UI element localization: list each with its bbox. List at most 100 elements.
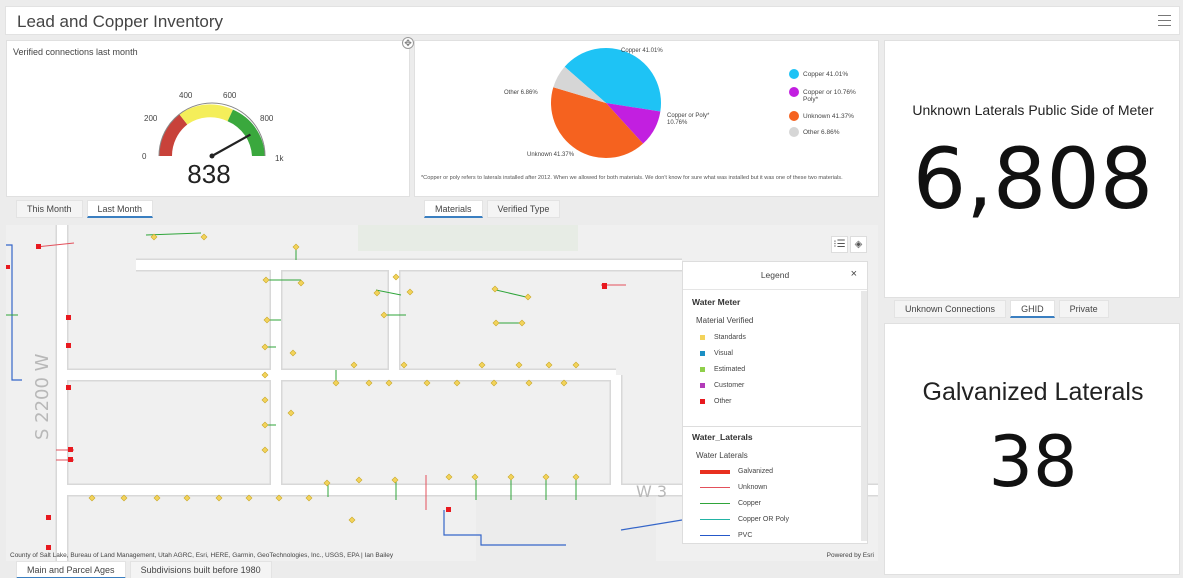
legend-subtitle: Material Verified bbox=[696, 316, 754, 325]
legend-label: Unknown 41.37% bbox=[803, 113, 854, 120]
legend-item: Unknown bbox=[700, 484, 767, 491]
pie-legend-item[interactable]: Other 6.86% bbox=[789, 127, 840, 137]
legend-section-title: Water Meter bbox=[692, 297, 741, 307]
pie-slice-label: Other 6.86% bbox=[504, 90, 538, 96]
legend-swatch bbox=[700, 383, 705, 388]
legend-item-label: Visual bbox=[714, 350, 733, 357]
legend-label: Copper 41.01% bbox=[803, 71, 849, 78]
legend-item-label: Copper bbox=[738, 500, 761, 507]
legend-line-swatch bbox=[700, 486, 730, 489]
legend-line-swatch bbox=[700, 518, 730, 521]
legend-item-label: Estimated bbox=[714, 366, 746, 373]
legend-item: Galvanized bbox=[700, 468, 773, 475]
legend-item-label: Galvanized bbox=[738, 468, 774, 475]
pie-legend-item[interactable]: Copper 41.01% bbox=[789, 69, 848, 79]
legend-swatch bbox=[700, 335, 705, 340]
gauge-tick-label: 800 bbox=[260, 114, 274, 123]
legend-item: Customer bbox=[700, 382, 744, 389]
legend-header: Legend × bbox=[683, 262, 867, 290]
legend-item: Visual bbox=[700, 350, 733, 357]
gauge-panel: Verified connections last month 0 200 40… bbox=[6, 40, 410, 197]
pie-slice-label: Copper 41.01% bbox=[621, 48, 663, 54]
kpi-unknown-laterals-panel: Unknown Laterals Public Side of Meter 6,… bbox=[884, 40, 1180, 298]
pie-legend-item[interactable]: Copper or 10.76% Poly* bbox=[789, 87, 856, 103]
pie-slices bbox=[551, 48, 661, 158]
map-view[interactable]: S 2200 W W 3 ⁝☰ ◈ Legend × Water Meter M… bbox=[6, 225, 878, 561]
tab-unknown-connections[interactable]: Unknown Connections bbox=[894, 300, 1007, 318]
tab-materials[interactable]: Materials bbox=[424, 200, 483, 218]
legend-swatch bbox=[789, 87, 799, 97]
gauge-tick-label: 600 bbox=[223, 91, 237, 100]
gauge-tabs: This Month Last Month bbox=[16, 200, 154, 218]
legend-item: Estimated bbox=[700, 366, 745, 373]
close-icon[interactable]: × bbox=[851, 268, 857, 280]
gauge-hub bbox=[209, 153, 215, 159]
tab-this-month[interactable]: This Month bbox=[16, 200, 83, 218]
map-tabs: Main and Parcel Ages Subdivisions built … bbox=[16, 561, 272, 578]
tab-last-month[interactable]: Last Month bbox=[86, 200, 154, 218]
legend-label: Other 6.86% bbox=[803, 129, 840, 136]
legend-item: Copper OR Poly bbox=[700, 516, 789, 523]
hamburger-menu-icon[interactable] bbox=[1158, 15, 1171, 27]
app-header: Lead and Copper Inventory bbox=[5, 6, 1180, 35]
layers-icon[interactable]: ◈ bbox=[850, 236, 867, 253]
legend-item-label: Standards bbox=[714, 334, 746, 341]
legend-title: Legend bbox=[760, 270, 790, 280]
legend-item: Standards bbox=[700, 334, 746, 341]
legend-swatch bbox=[700, 399, 705, 404]
legend-swatch bbox=[789, 127, 799, 137]
pie-tabs: Materials Verified Type bbox=[424, 200, 561, 218]
legend-subtitle: Water Laterals bbox=[696, 451, 748, 460]
pie-slice-label: Unknown 41.37% bbox=[527, 152, 575, 158]
legend-item-label: PVC bbox=[738, 532, 753, 539]
legend-list-icon[interactable]: ⁝☰ bbox=[831, 236, 848, 253]
street-label: W 3 bbox=[636, 482, 667, 501]
tab-verified-type[interactable]: Verified Type bbox=[486, 200, 561, 218]
kpi-galvanized-panel: Galvanized Laterals 38 bbox=[884, 323, 1180, 575]
pie-panel: Copper 41.01% Other 6.86% Copper or Poly… bbox=[414, 40, 879, 197]
legend-swatch bbox=[789, 69, 799, 79]
map-attribution: County of Salt Lake, Bureau of Land Mana… bbox=[10, 552, 394, 559]
legend-item: PVC bbox=[700, 532, 752, 539]
kpi-title: Galvanized Laterals bbox=[922, 378, 1144, 406]
tab-main-parcel-ages[interactable]: Main and Parcel Ages bbox=[16, 561, 126, 578]
legend-divider bbox=[683, 426, 863, 427]
legend-item-label: Unknown bbox=[738, 484, 768, 491]
kpi-value: 6,808 bbox=[912, 130, 1154, 228]
gauge-value: 838 bbox=[187, 159, 231, 189]
legend-item-label: Copper OR Poly bbox=[738, 516, 789, 523]
legend-label: Copper or 10.76% bbox=[803, 89, 856, 96]
tab-ghid[interactable]: GHID bbox=[1010, 300, 1055, 318]
legend-swatch bbox=[789, 111, 799, 121]
pie-footnote: *Copper or poly refers to laterals insta… bbox=[421, 175, 843, 181]
legend-swatch bbox=[700, 367, 705, 372]
gauge-tick-label: 200 bbox=[144, 114, 158, 123]
legend-widget: Legend × Water Meter Material Verified S… bbox=[682, 261, 868, 544]
legend-scrollbar[interactable] bbox=[861, 291, 867, 541]
pie-slice-label: Copper or Poly* bbox=[667, 113, 710, 119]
dashboard: Lead and Copper Inventory Verified conne… bbox=[0, 0, 1183, 578]
powered-by-esri[interactable]: Powered by Esri bbox=[827, 552, 874, 559]
kpi-tabs: Unknown Connections GHID Private bbox=[894, 300, 1109, 318]
legend-item-label: Other bbox=[714, 398, 732, 405]
gauge-band-yellow bbox=[179, 104, 233, 125]
dashboard-title: Lead and Copper Inventory bbox=[17, 12, 224, 31]
legend-item: Other bbox=[700, 398, 732, 405]
legend-item-label: Customer bbox=[714, 382, 745, 389]
pie-legend-item[interactable]: Unknown 41.37% bbox=[789, 111, 854, 121]
legend-line-swatch bbox=[700, 534, 730, 537]
legend-label-cont: Poly* bbox=[803, 96, 819, 103]
tab-private[interactable]: Private bbox=[1058, 300, 1109, 318]
move-handle-icon[interactable]: ✥ bbox=[402, 37, 414, 49]
kpi-value: 38 bbox=[988, 421, 1078, 503]
legend-line-swatch bbox=[700, 502, 730, 505]
tab-subdivisions-before-1980[interactable]: Subdivisions built before 1980 bbox=[129, 561, 272, 578]
gauge-tick-label: 400 bbox=[179, 91, 193, 100]
legend-swatch bbox=[700, 351, 705, 356]
street-label: S 2200 W bbox=[32, 353, 53, 440]
gauge-needle bbox=[211, 133, 251, 157]
legend-section-title: Water_Laterals bbox=[692, 432, 753, 442]
legend-line-swatch bbox=[700, 469, 730, 474]
legend-item: Copper bbox=[700, 500, 761, 507]
kpi-title: Unknown Laterals Public Side of Meter bbox=[912, 102, 1154, 118]
